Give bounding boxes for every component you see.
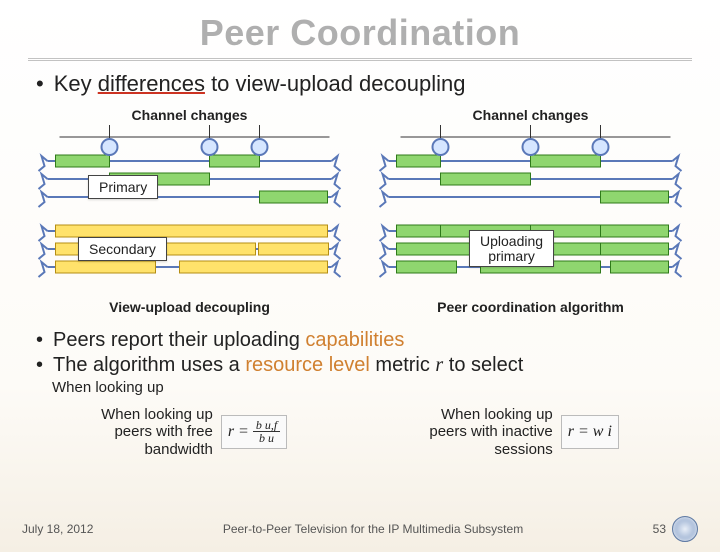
diagram-row: Channel changes <box>0 107 720 315</box>
eq-r-2: r = <box>568 423 589 441</box>
formula-left-eq: r = b u,f b u <box>221 415 287 449</box>
caption-left: View-upload decoupling <box>28 299 351 315</box>
main-bullet: •Key differences to view-upload decoupli… <box>36 71 684 97</box>
label-uploading-primary: Uploading primary <box>469 230 554 267</box>
eq-r-1: r = <box>228 423 249 441</box>
formula-right-text: When looking up peers with inactive sess… <box>429 406 552 458</box>
formula-left: When looking up peers with free bandwidt… <box>101 406 287 458</box>
b1b: capabilities <box>305 329 404 351</box>
right-svg <box>369 125 692 295</box>
footer-page: 53 <box>653 522 666 536</box>
footer-date: July 18, 2012 <box>22 522 93 536</box>
main-bullet-diff: differences <box>98 71 205 96</box>
diagram-left-svg: Primary Secondary <box>28 125 351 295</box>
footer: July 18, 2012 Peer-to-Peer Television fo… <box>0 516 720 542</box>
eq-wi: w i <box>593 423 612 441</box>
formula-row: When looking up peers with free bandwidt… <box>30 406 690 458</box>
channel-label-left: Channel changes <box>28 107 351 123</box>
b2c: metric <box>370 354 436 376</box>
slide-title: Peer Coordination <box>0 12 720 54</box>
b3over: When looking up <box>52 379 164 396</box>
formula-right: When looking up peers with inactive sess… <box>429 406 619 458</box>
b2a: The algorithm uses a <box>53 354 245 376</box>
channel-label-right: Channel changes <box>369 107 692 123</box>
logo-icon <box>672 516 698 542</box>
eq-den: b u <box>256 432 277 444</box>
diagram-right: Channel changes <box>369 107 692 315</box>
formula-left-text: When looking up peers with free bandwidt… <box>101 406 213 458</box>
footer-center: Peer-to-Peer Television for the IP Multi… <box>93 522 652 536</box>
body-bullets: •Peers report their uploading capabiliti… <box>36 329 684 402</box>
label-primary: Primary <box>88 175 158 199</box>
label-secondary: Secondary <box>78 237 167 261</box>
b1a: Peers report their uploading <box>53 329 305 351</box>
left-svg <box>28 125 351 295</box>
formula-right-eq: r = w i <box>561 415 619 449</box>
diagram-left: Channel changes <box>28 107 351 315</box>
caption-right: Peer coordination algorithm <box>369 299 692 315</box>
b2b: resource level <box>245 354 370 376</box>
b2d: to select <box>443 354 523 376</box>
title-rule <box>28 58 692 61</box>
diagram-right-svg: Uploading primary <box>369 125 692 295</box>
main-bullet-pre: Key <box>54 71 98 96</box>
main-bullet-post: to view-upload decoupling <box>205 71 466 96</box>
